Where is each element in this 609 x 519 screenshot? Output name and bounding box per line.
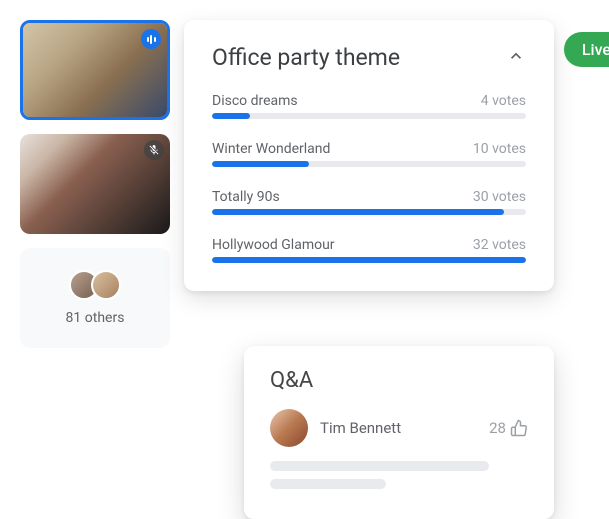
thumbs-up-icon	[510, 419, 528, 437]
qa-card: Q&A Tim Bennett 28	[244, 346, 554, 519]
participant-sidebar: 81 others	[20, 20, 170, 348]
option-name: Hollywood Glamour	[212, 237, 335, 253]
option-votes: 10 votes	[473, 141, 526, 157]
progress-fill	[212, 113, 250, 119]
option-votes: 32 votes	[473, 237, 526, 253]
poll-option[interactable]: Disco dreams 4 votes	[212, 93, 526, 119]
qa-question-row[interactable]: Tim Bennett 28	[270, 409, 528, 447]
chevron-up-icon[interactable]	[506, 46, 526, 70]
video-tile-participant-2[interactable]	[20, 134, 170, 234]
qa-author: Tim Bennett	[320, 419, 477, 437]
others-tile[interactable]: 81 others	[20, 248, 170, 348]
upvote-count: 28	[489, 419, 506, 437]
avatar-group	[69, 270, 121, 300]
text-placeholder	[270, 461, 489, 471]
option-name: Winter Wonderland	[212, 141, 330, 157]
progress-track	[212, 161, 526, 167]
qa-title: Q&A	[270, 368, 528, 393]
speaking-icon	[141, 29, 161, 49]
poll-option[interactable]: Totally 90s 30 votes	[212, 189, 526, 215]
upvote-button[interactable]: 28	[489, 419, 528, 437]
muted-icon	[144, 140, 164, 160]
avatar	[270, 409, 308, 447]
progress-fill	[212, 161, 309, 167]
option-name: Disco dreams	[212, 93, 298, 109]
poll-option[interactable]: Winter Wonderland 10 votes	[212, 141, 526, 167]
option-name: Totally 90s	[212, 189, 280, 205]
video-tile-participant-1[interactable]	[20, 20, 170, 120]
progress-track	[212, 257, 526, 263]
progress-track	[212, 113, 526, 119]
avatar	[91, 270, 121, 300]
others-count-label: 81 others	[66, 310, 125, 326]
option-votes: 4 votes	[481, 93, 526, 109]
poll-card: Office party theme Disco dreams 4 votes …	[184, 20, 554, 291]
progress-track	[212, 209, 526, 215]
poll-title: Office party theme	[212, 44, 400, 71]
live-badge: Live	[564, 32, 609, 67]
option-votes: 30 votes	[473, 189, 526, 205]
text-placeholder	[270, 479, 386, 489]
progress-fill	[212, 257, 526, 263]
poll-option[interactable]: Hollywood Glamour 32 votes	[212, 237, 526, 263]
progress-fill	[212, 209, 504, 215]
